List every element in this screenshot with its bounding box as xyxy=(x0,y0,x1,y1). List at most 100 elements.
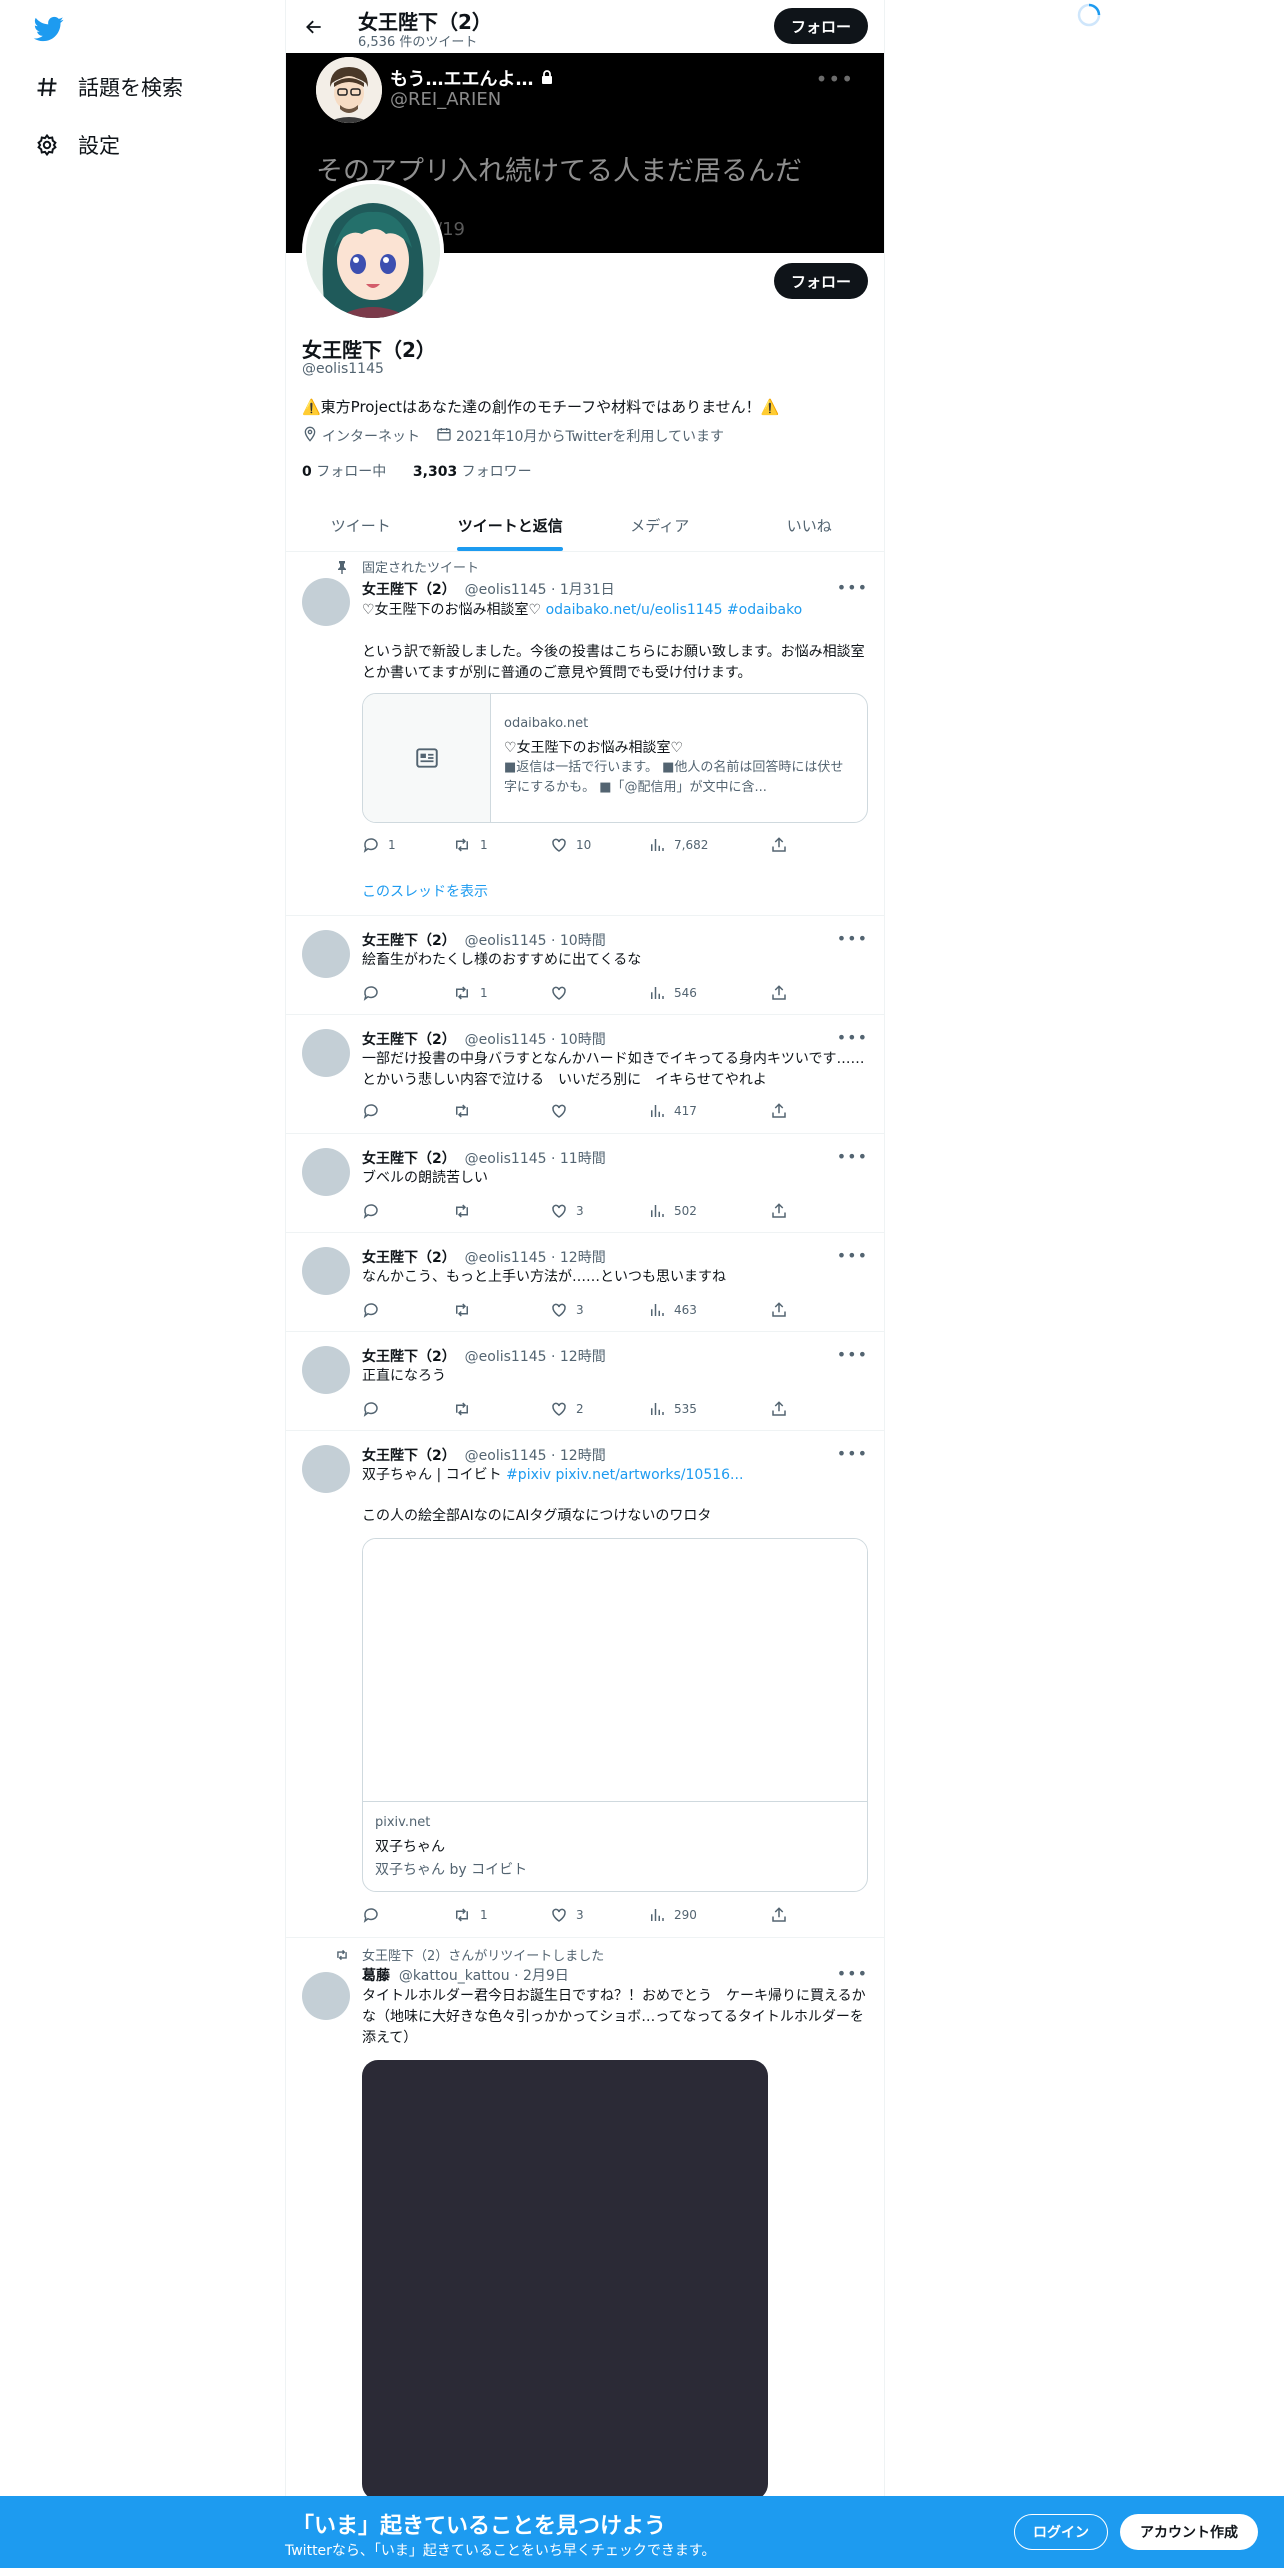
share-icon[interactable] xyxy=(770,984,796,1002)
tweet-item[interactable]: 女王陛下（2） @eolis1145 · 12時間 ••• なんかこう、もっと上… xyxy=(286,1233,884,1332)
tweet-hashtag[interactable]: #odaibako xyxy=(727,602,802,618)
tweet-more-icon[interactable]: ••• xyxy=(837,929,868,948)
views-button[interactable]: 417 xyxy=(648,1102,697,1120)
tweet-more-icon[interactable]: ••• xyxy=(837,1444,868,1463)
tweet-more-icon[interactable]: ••• xyxy=(837,1147,868,1166)
tweet-avatar[interactable] xyxy=(302,1029,350,1077)
like-button[interactable]: 2 xyxy=(550,1400,584,1418)
reply-button[interactable] xyxy=(362,1400,388,1418)
tweet-actions: 1 546 xyxy=(362,983,792,1003)
tab-tweets[interactable]: ツイート xyxy=(286,500,436,551)
following-link[interactable]: 0 フォロー中 xyxy=(302,464,386,480)
like-button[interactable]: 10 xyxy=(550,836,591,854)
link-card[interactable]: odaibako.net ♡女王陛下のお悩み相談室♡ ■返信は一括で行います。 … xyxy=(362,693,868,823)
views-button[interactable]: 546 xyxy=(648,984,697,1002)
reply-button[interactable] xyxy=(362,1906,388,1924)
tweet-item[interactable]: 女王陛下（2） @eolis1145 · 12時間 ••• 正直になろう 2 5… xyxy=(286,1332,884,1431)
tweet-text: 絵畜生がわたくし様のおすすめに出てくるな xyxy=(362,952,642,968)
tweet-avatar[interactable] xyxy=(302,930,350,978)
tweet-more-icon[interactable]: ••• xyxy=(837,1964,868,1983)
reply-button[interactable]: 1 xyxy=(362,836,396,854)
back-arrow-icon[interactable] xyxy=(300,13,328,41)
like-button[interactable]: 3 xyxy=(550,1202,584,1220)
reply-button[interactable] xyxy=(362,1202,388,1220)
retweet-button[interactable] xyxy=(452,1301,480,1319)
views-button[interactable]: 502 xyxy=(648,1202,697,1220)
like-button[interactable] xyxy=(550,984,576,1002)
nav-settings[interactable]: 設定 xyxy=(34,130,120,160)
signup-button[interactable]: アカウント作成 xyxy=(1120,2514,1258,2550)
tweet-actions: 3 463 xyxy=(362,1300,792,1320)
header-follow-button[interactable]: フォロー xyxy=(774,8,868,44)
like-button[interactable]: 3 xyxy=(550,1906,584,1924)
views-button[interactable]: 7,682 xyxy=(648,836,708,854)
loading-spinner-icon xyxy=(1076,2,1102,28)
tweet-text: 正直になろう xyxy=(362,1368,446,1384)
hashtag-icon xyxy=(34,74,60,100)
reply-button[interactable] xyxy=(362,984,388,1002)
card-description: ■返信は一括で行います。 ■他人の名前は回答時には伏せ字にするかも。 ■「@配信… xyxy=(504,760,844,795)
tab-likes[interactable]: いいね xyxy=(735,500,885,551)
profile-location: インターネット xyxy=(302,426,420,446)
tweet-actions: 2 535 xyxy=(362,1399,792,1419)
tweet-more-icon[interactable]: ••• xyxy=(837,1246,868,1265)
reply-button[interactable] xyxy=(362,1102,388,1120)
nav-explore[interactable]: 話題を検索 xyxy=(34,72,183,102)
tweet-avatar[interactable] xyxy=(302,578,350,626)
tab-tweets-replies[interactable]: ツイートと返信 xyxy=(436,500,586,551)
profile-follow-button[interactable]: フォロー xyxy=(774,263,868,299)
views-button[interactable]: 463 xyxy=(648,1301,697,1319)
tweet-media-image[interactable] xyxy=(362,2060,768,2500)
tweet-avatar[interactable] xyxy=(302,1148,350,1196)
tweet-item[interactable]: 女王陛下（2） @eolis1145 · 12時間 ••• 双子ちゃん | コイ… xyxy=(286,1431,884,1938)
views-button[interactable]: 290 xyxy=(648,1906,697,1924)
tweet-text-body: この人の絵全部AIなのにAIタグ頑なにつけないのワロタ xyxy=(362,1508,712,1524)
share-icon[interactable] xyxy=(770,836,796,854)
share-icon[interactable] xyxy=(770,1400,796,1418)
login-button[interactable]: ログイン xyxy=(1014,2514,1108,2550)
tweet-link[interactable]: odaibako.net/u/eolis1145 xyxy=(546,602,723,618)
tweet-more-icon[interactable]: ••• xyxy=(837,1028,868,1047)
nav-explore-label: 話題を検索 xyxy=(78,76,183,100)
show-thread-link[interactable]: このスレッドを表示 xyxy=(362,881,488,901)
tweet-text: 一部だけ投書の中身バラすとなんかハード如きでイキってる身内キツいです……とかいう… xyxy=(362,1051,865,1088)
views-button[interactable]: 535 xyxy=(648,1400,697,1418)
twitter-logo-icon[interactable] xyxy=(32,14,66,44)
tweet-text: ブベルの朗読苦しい xyxy=(362,1170,488,1186)
retweet-button[interactable] xyxy=(452,1102,480,1120)
tweet-link[interactable]: pixiv.net/artworks/10516... xyxy=(556,1467,744,1483)
share-icon[interactable] xyxy=(770,1202,796,1220)
tweet-avatar[interactable] xyxy=(302,1247,350,1295)
tweet-more-icon[interactable]: ••• xyxy=(837,578,868,597)
location-pin-icon xyxy=(302,426,322,446)
tab-media[interactable]: メディア xyxy=(585,500,735,551)
link-card[interactable]: pixiv.net 双子ちゃん 双子ちゃん by コイビト xyxy=(362,1538,868,1892)
tweet-avatar[interactable] xyxy=(302,1972,350,2020)
retweet-button[interactable]: 1 xyxy=(452,836,488,854)
tweet-header: 女王陛下（2） @eolis1145 · 10時間 xyxy=(362,933,606,949)
share-icon[interactable] xyxy=(770,1906,796,1924)
tweet-item[interactable]: 女王陛下（2） @eolis1145 · 11時間 ••• ブベルの朗読苦しい … xyxy=(286,1134,884,1233)
tweet-text-body: という訳で新設しました。今後の投書はこちらにお願い致します。お悩み相談室とか書い… xyxy=(362,644,865,681)
retweet-button[interactable]: 1 xyxy=(452,1906,488,1924)
card-title: ♡女王陛下のお悩み相談室♡ xyxy=(504,740,684,756)
share-icon[interactable] xyxy=(770,1301,796,1319)
tweet-more-icon[interactable]: ••• xyxy=(837,1345,868,1364)
card-title: 双子ちゃん xyxy=(375,1839,445,1855)
retweet-button[interactable] xyxy=(452,1202,480,1220)
tweet-hashtag[interactable]: #pixiv xyxy=(506,1467,551,1483)
followers-link[interactable]: 3,303 フォロワー xyxy=(413,464,532,480)
reply-button[interactable] xyxy=(362,1301,388,1319)
profile-avatar[interactable] xyxy=(302,180,444,322)
tweet-item[interactable]: 女王陛下（2） @eolis1145 · 1月31日 ••• ♡女王陛下のお悩み… xyxy=(286,552,884,916)
share-icon[interactable] xyxy=(770,1102,796,1120)
tweet-item[interactable]: 女王陛下（2） @eolis1145 · 10時間 ••• 一部だけ投書の中身バ… xyxy=(286,1015,884,1134)
tweet-avatar[interactable] xyxy=(302,1445,350,1493)
retweet-button[interactable]: 1 xyxy=(452,984,488,1002)
tweet-avatar[interactable] xyxy=(302,1346,350,1394)
retweet-button[interactable] xyxy=(452,1400,480,1418)
like-button[interactable] xyxy=(550,1102,576,1120)
article-icon xyxy=(363,694,491,822)
tweet-item[interactable]: 女王陛下（2） @eolis1145 · 10時間 ••• 絵畜生がわたくし様の… xyxy=(286,916,884,1015)
like-button[interactable]: 3 xyxy=(550,1301,584,1319)
